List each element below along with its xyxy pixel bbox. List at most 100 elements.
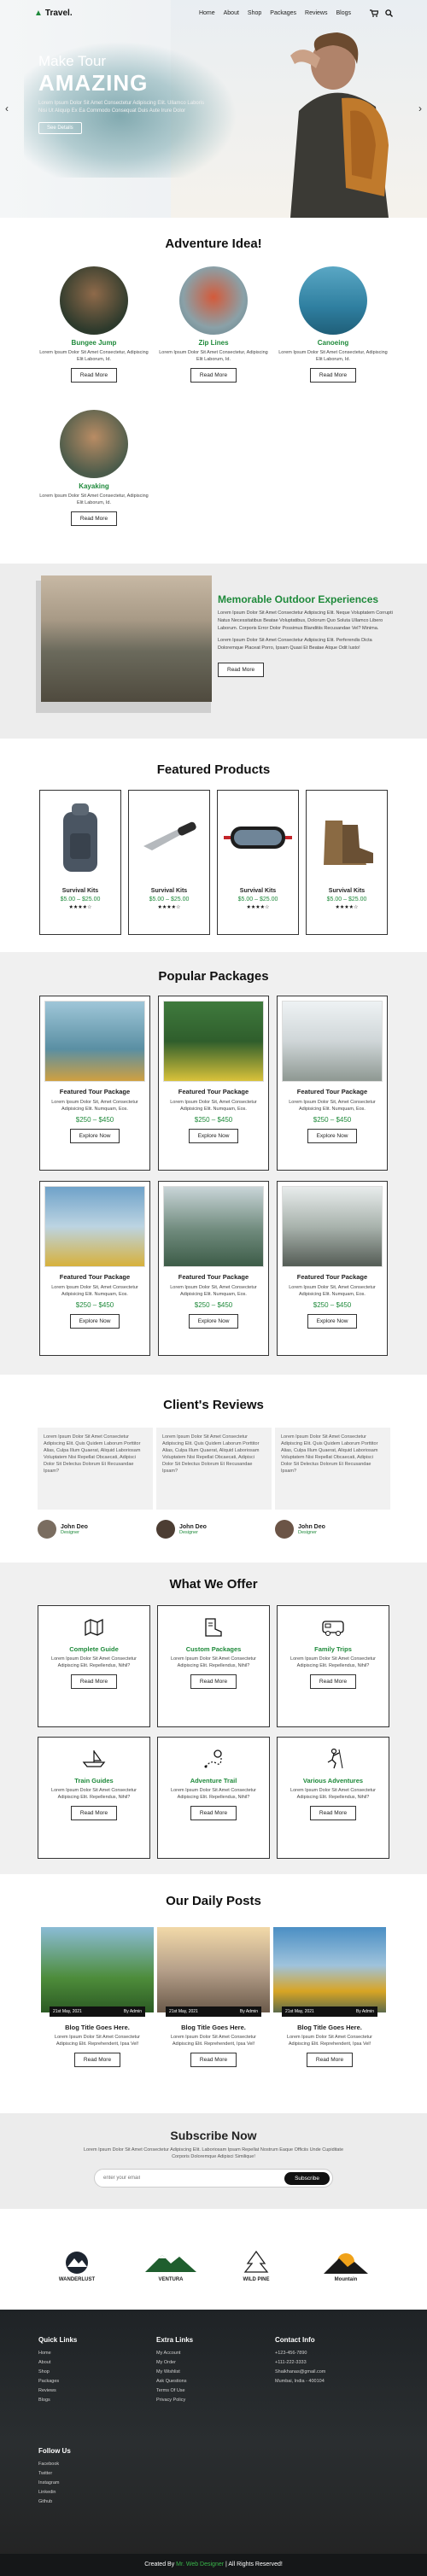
reviewer-role: Designer: [61, 1529, 80, 1535]
explore-now-button[interactable]: Explore Now: [188, 1129, 239, 1143]
footer-social-github[interactable]: Github: [38, 2497, 71, 2507]
nav-icons: [370, 9, 393, 17]
reviews-title: Client's Reviews: [163, 1398, 264, 1412]
footer-link[interactable]: My Account: [156, 2349, 193, 2358]
explore-now-button[interactable]: Explore Now: [307, 1129, 358, 1143]
package-text: Lorem Ipsum Dolor Sit, Amet Consectetur …: [170, 1285, 257, 1297]
footer-phone[interactable]: +123-456-7890: [275, 2349, 325, 2358]
footer-link[interactable]: My Wishlist: [156, 2368, 193, 2377]
package-card: Featured Tour Package Lorem Ipsum Dolor …: [158, 996, 269, 1171]
footer-link[interactable]: Ask Questions: [156, 2377, 193, 2386]
hero-see-details-button[interactable]: See Details: [38, 122, 82, 134]
read-more-button[interactable]: Read More: [190, 1806, 237, 1820]
product-rating: ★★★★☆: [68, 905, 92, 910]
blog-post-card: 21st May, 2021 By Admin Blog Title Goes …: [157, 1927, 270, 2067]
footer-social-facebook[interactable]: Facebook: [38, 2460, 71, 2469]
outdoor-read-more-button[interactable]: Read More: [218, 663, 265, 677]
adventure-card-text: Lorem Ipsum Dolor Sit Amet Consectetur, …: [39, 494, 149, 505]
adventure-card-text: Lorem Ipsum Dolor Sit Amet Consectetur, …: [159, 350, 268, 362]
nav-item-blogs[interactable]: Blogs: [336, 10, 351, 16]
blog-post-card: 21st May, 2021 By Admin Blog Title Goes …: [41, 1927, 154, 2067]
blog-post-date: 21st May, 2021: [285, 2009, 314, 2014]
chevron-right-icon[interactable]: ›: [418, 102, 422, 114]
product-card[interactable]: Survival Kits $5.00 – $25.00 ★★★★☆: [128, 790, 210, 935]
nav-item-home[interactable]: Home: [199, 10, 215, 16]
climber-icon: [327, 1748, 343, 1769]
footer-link[interactable]: Reviews: [38, 2386, 77, 2396]
read-more-button[interactable]: Read More: [73, 2053, 121, 2067]
read-more-button[interactable]: Read More: [309, 1806, 357, 1820]
footer-social-instagram[interactable]: Instagram: [38, 2479, 71, 2488]
product-card[interactable]: Survival Kits $5.00 – $25.00 ★★★★☆: [39, 790, 121, 935]
footer-link[interactable]: Home: [38, 2349, 77, 2358]
brand-name: Mountain: [334, 2277, 358, 2282]
subscribe-section: Subscribe Now Lorem Ipsum Dolor Sit Amet…: [0, 2113, 427, 2209]
copyright-prefix: Created By: [144, 2561, 175, 2567]
offer-card-title: Adventure Trail: [190, 1777, 237, 1785]
footer-link[interactable]: Packages: [38, 2377, 77, 2386]
package-image: [163, 1001, 264, 1082]
subscribe-button[interactable]: Subscribe: [284, 2171, 330, 2185]
subscribe-title: Subscribe Now: [170, 2129, 257, 2142]
footer-phone[interactable]: +111-222-3333: [275, 2358, 325, 2368]
package-image: [44, 1186, 145, 1267]
logo[interactable]: ▲ Travel.: [34, 9, 73, 18]
cart-icon[interactable]: [370, 9, 378, 17]
read-more-button[interactable]: Read More: [70, 1806, 118, 1820]
read-more-button[interactable]: Read More: [190, 1674, 237, 1689]
adventure-card-text: Lorem Ipsum Dolor Sit Amet Consectetur, …: [278, 350, 388, 362]
search-icon[interactable]: [385, 9, 393, 17]
read-more-button[interactable]: Read More: [190, 368, 237, 383]
hero-traveler-image: [290, 32, 389, 218]
knife-image: [129, 791, 209, 885]
read-more-button[interactable]: Read More: [70, 368, 118, 383]
read-more-button[interactable]: Read More: [306, 2053, 354, 2067]
nav-item-reviews[interactable]: Reviews: [305, 10, 327, 16]
review-author: John Deo Designer: [38, 1520, 88, 1539]
adventure-card: Zip Lines Lorem Ipsum Dolor Sit Amet Con…: [158, 266, 269, 383]
footer-social-linkedin[interactable]: Linkedin: [38, 2488, 71, 2497]
offer-card-title: Train Guides: [74, 1777, 114, 1785]
nav-item-shop[interactable]: Shop: [248, 10, 261, 16]
package-text: Lorem Ipsum Dolor Sit, Amet Consectetur …: [289, 1100, 376, 1112]
footer-link[interactable]: My Order: [156, 2358, 193, 2368]
reviewer-role: Designer: [179, 1529, 199, 1535]
footer-link[interactable]: About: [38, 2358, 77, 2368]
footer-link[interactable]: Blogs: [38, 2396, 77, 2405]
footer-heading: Extra Links: [156, 2336, 194, 2344]
explore-now-button[interactable]: Explore Now: [69, 1129, 120, 1143]
nav-item-about[interactable]: About: [224, 10, 239, 16]
package-text: Lorem Ipsum Dolor Sit, Amet Consectetur …: [51, 1285, 138, 1297]
explore-now-button[interactable]: Explore Now: [69, 1314, 120, 1329]
read-more-button[interactable]: Read More: [309, 1674, 357, 1689]
read-more-button[interactable]: Read More: [70, 511, 118, 526]
blog-post-title: Blog Title Goes Here.: [65, 2024, 130, 2031]
product-card[interactable]: Survival Kits $5.00 – $25.00 ★★★★☆: [217, 790, 299, 935]
footer-link[interactable]: Shop: [38, 2368, 77, 2377]
chevron-left-icon[interactable]: ‹: [5, 102, 9, 114]
copyright-suffix: | All Rights Reserved!: [225, 2561, 283, 2567]
explore-now-button[interactable]: Explore Now: [307, 1314, 358, 1329]
adventure-card-text: Lorem Ipsum Dolor Sit Amet Consectetur, …: [39, 350, 149, 362]
nav-menu: Home About Shop Packages Reviews Blogs: [199, 9, 393, 17]
copyright-author-link[interactable]: Mr. Web Designer: [176, 2561, 224, 2567]
read-more-button[interactable]: Read More: [309, 368, 357, 383]
blog-post-author: By Admin: [239, 2009, 258, 2014]
footer-link[interactable]: Privacy Policy: [156, 2396, 193, 2405]
copyright: Created By Mr. Web Designer | All Rights…: [0, 2554, 427, 2576]
package-price: $250 – $450: [313, 1301, 352, 1309]
read-more-button[interactable]: Read More: [190, 2053, 237, 2067]
offer-card: Family Trips Lorem Ipsum Dolor Sit Amet …: [277, 1605, 389, 1727]
footer-email[interactable]: Shaikhanas@gmail.com: [275, 2368, 325, 2377]
camper-van-icon: [322, 1621, 344, 1636]
product-card[interactable]: Survival Kits $5.00 – $25.00 ★★★★☆: [306, 790, 388, 935]
footer-link[interactable]: Terms Of Use: [156, 2386, 193, 2396]
footer-social-twitter[interactable]: Twitter: [38, 2469, 71, 2479]
explore-now-button[interactable]: Explore Now: [188, 1314, 239, 1329]
email-input[interactable]: [103, 2176, 285, 2181]
blog-post-image: 21st May, 2021 By Admin: [157, 1927, 270, 2017]
adventure-card-title: Kayaking: [79, 482, 109, 490]
product-name: Survival Kits: [61, 888, 99, 894]
nav-item-packages[interactable]: Packages: [270, 10, 296, 16]
read-more-button[interactable]: Read More: [70, 1674, 118, 1689]
